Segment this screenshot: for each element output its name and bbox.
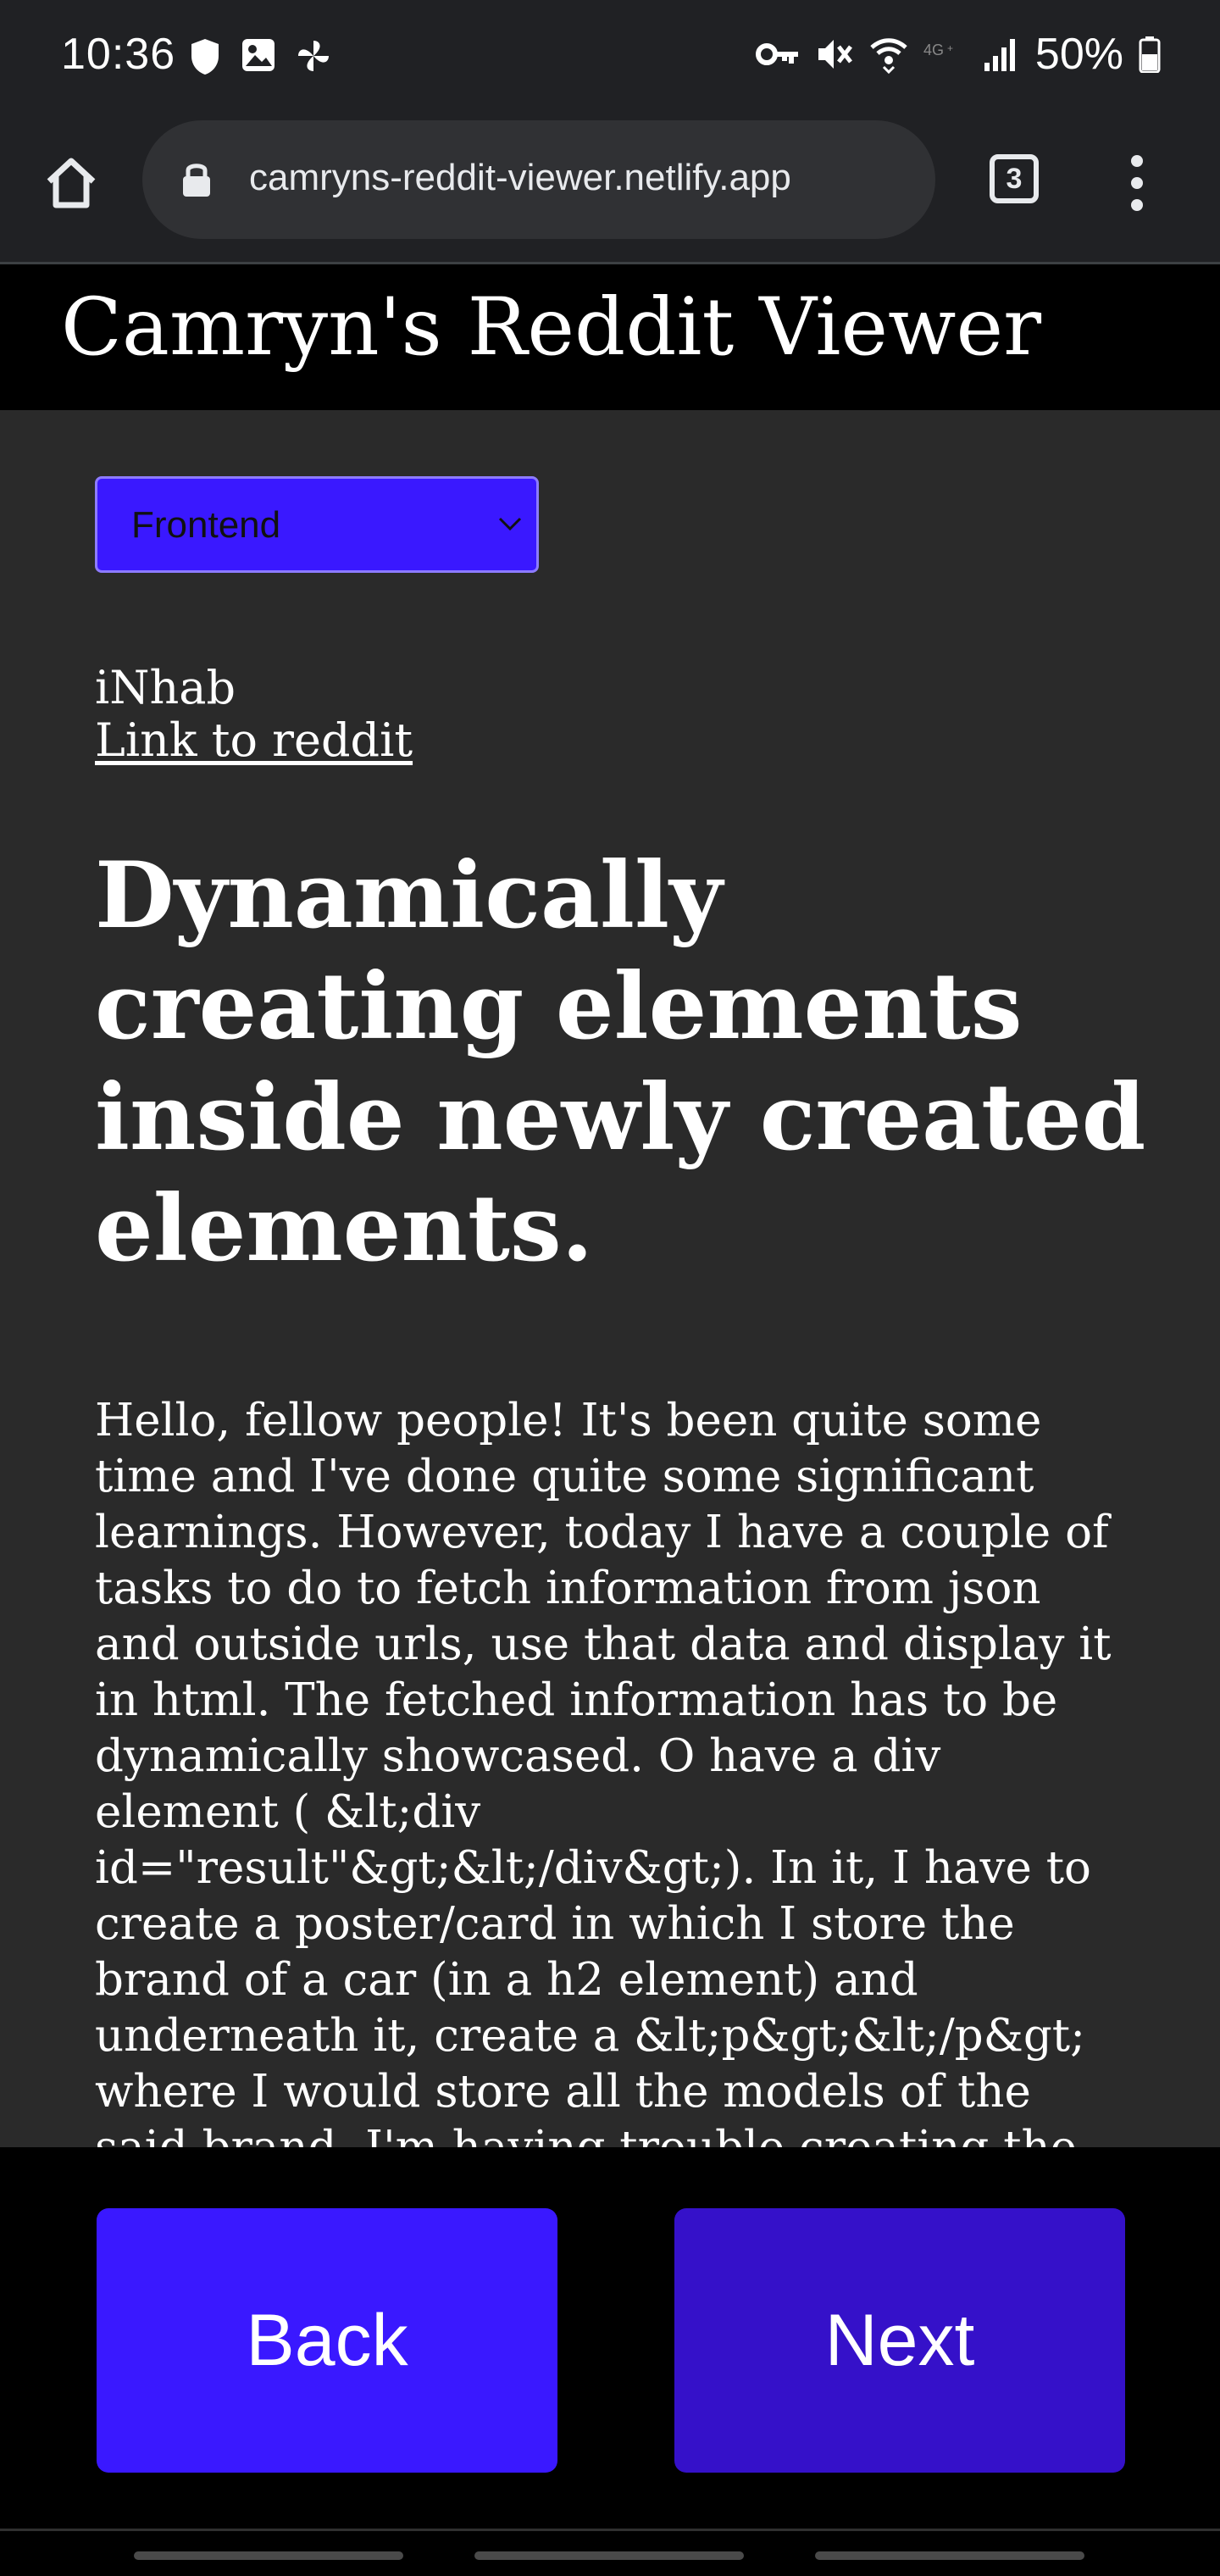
post-view: Frontend iNhab Link to reddit Dynamicall… [0, 410, 1220, 2147]
more-vert-icon [1120, 149, 1154, 217]
pinwheel-icon [295, 37, 332, 76]
post-body: Hello, fellow people! It's been quite so… [95, 1395, 1112, 2147]
address-bar[interactable]: camryns-reddit-viewer.netlify.app [142, 120, 935, 239]
tab-switcher-button[interactable]: 3 [990, 154, 1039, 203]
subreddit-select[interactable]: Frontend [95, 476, 539, 573]
browser-toolbar: camryns-reddit-viewer.netlify.app 3 [0, 115, 1220, 264]
home-button[interactable] [41, 153, 102, 214]
next-button[interactable]: Next [674, 2208, 1125, 2473]
battery-percent: 50% [1034, 30, 1123, 79]
wifi-icon [869, 35, 908, 74]
reddit-link[interactable]: Link to reddit [95, 713, 413, 767]
status-notification-icons [188, 37, 332, 76]
svg-text:+: + [947, 42, 953, 54]
svg-text:4G: 4G [923, 42, 944, 58]
shield-icon [188, 37, 222, 76]
status-system-icons: 4G + 50% [755, 29, 1161, 80]
gesture-hint-left [134, 2551, 403, 2560]
gesture-bar [0, 2529, 1220, 2576]
mute-icon [815, 35, 854, 74]
subreddit-select-value: Frontend [131, 504, 281, 546]
image-icon [241, 37, 276, 76]
gesture-hint-right [815, 2551, 1084, 2560]
site-header: Camryn's Reddit Viewer [0, 264, 1220, 410]
site-title: Camryn's Reddit Viewer [61, 281, 1042, 374]
signal-icon [983, 36, 1020, 73]
status-bar: 10:36 4G + 50% [0, 0, 1220, 115]
status-time: 10:36 [61, 30, 176, 79]
back-button[interactable]: Back [97, 2208, 557, 2473]
url-text: camryns-reddit-viewer.netlify.app [249, 157, 791, 198]
gesture-hint-center[interactable] [474, 2551, 744, 2560]
4g-icon: 4G + [923, 40, 968, 69]
chevron-down-icon [497, 514, 523, 533]
battery-icon [1139, 36, 1161, 73]
lock-icon [181, 159, 212, 198]
post-author: iNhab [95, 661, 236, 714]
home-icon [41, 153, 102, 214]
bottom-nav: Back Next [0, 2147, 1220, 2529]
post-title: Dynamically creating elements inside new… [95, 842, 1146, 1282]
vpn-key-icon [755, 40, 800, 69]
browser-menu-button[interactable] [1120, 149, 1154, 217]
